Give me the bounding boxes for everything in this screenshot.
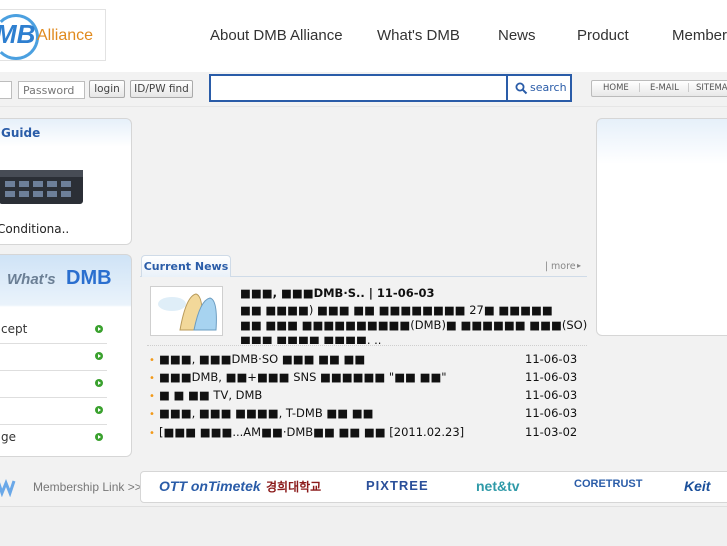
email-link[interactable]: E-MAIL [650, 81, 679, 96]
logo-net-tv[interactable]: net&tv [476, 478, 520, 494]
nav-about[interactable]: About DMB Alliance [210, 27, 343, 44]
guide-caption[interactable]: Conditiona.. [0, 222, 69, 236]
go-arrow-icon [95, 325, 103, 333]
news-summary-line: ■■ ■■■ ■■■■■■■■■■(DMB)■ ■■■■■■ ■■■(SO) [240, 318, 588, 332]
news-separator [147, 345, 587, 346]
more-arrow-icon: ▸ [577, 261, 582, 270]
news-row[interactable]: • [■■■ ■■■...AM■■·DMB■■ ■■ ■■ [2011.02.23… [149, 425, 589, 443]
member-logos: OTT onTimetek 경희대학교 PIXTREE net&tv CORET… [140, 471, 727, 503]
news-row[interactable]: • ■■■, ■■■DMB·SO ■■■ ■■ ■■ 11-06-03 [149, 352, 589, 370]
news-row[interactable]: • ■ ■ ■■ TV, DMB 11-06-03 [149, 388, 589, 406]
home-link[interactable]: HOME [603, 81, 629, 96]
product-image[interactable] [0, 164, 87, 210]
bullet-icon: • [149, 428, 155, 439]
nav-whats-dmb[interactable]: What's DMB [377, 27, 460, 44]
search-button[interactable]: search [506, 74, 572, 102]
nav-members[interactable]: Members [672, 27, 727, 44]
logo-kyunghee[interactable]: 경희대학교 [266, 478, 321, 495]
dmb-alliance-logo[interactable]: MB Alliance [0, 9, 106, 61]
membership-badge-icon [0, 478, 16, 497]
id-pw-find-button[interactable]: ID/PW find [130, 80, 193, 98]
go-arrow-icon [95, 379, 103, 387]
top-links: HOME | E-MAIL | SITEMAP [591, 80, 727, 97]
go-arrow-icon [95, 352, 103, 360]
logo-pixtree[interactable]: PIXTREE [366, 478, 429, 493]
whats-dmb-panel: What's DMB cept ge [0, 254, 132, 457]
go-arrow-icon [95, 433, 103, 441]
membership-link-label: Membership Link >> [33, 480, 142, 494]
news-summary-line: ■■■ ■■■■ ■■■■. .. [240, 333, 382, 344]
divider: | [687, 83, 690, 93]
footer [0, 506, 727, 546]
whats-dmb-item[interactable] [0, 398, 107, 425]
news-summary-line: ■■ ■■■■) ■■■ ■■ ■■■■■■■■ 27■ ■■■■■ [240, 303, 553, 317]
whats-dmb-title: DMB [66, 267, 112, 289]
news-row[interactable]: • ■■■DMB, ■■+■■■ SNS ■■■■■■ "■■ ■■" 11-06-… [149, 370, 589, 388]
bullet-icon: • [149, 409, 155, 420]
news-thumbnail[interactable] [150, 286, 223, 336]
news-headline[interactable]: ■■■, ■■■DMB·S.. | 11-06-03 [240, 286, 434, 300]
guide-panel: Guide Conditiona.. [0, 118, 132, 245]
news-row[interactable]: • ■■■, ■■■ ■■■■, T-DMB ■■ ■■ 11-06-03 [149, 406, 589, 424]
right-banner-panel [596, 118, 727, 336]
password-field[interactable]: Password [18, 81, 85, 99]
bullet-icon: • [149, 373, 155, 384]
sitemap-link[interactable]: SITEMAP [696, 81, 727, 96]
nav-product[interactable]: Product [577, 27, 629, 44]
news-divider: | [545, 261, 549, 272]
login-button[interactable]: login [89, 80, 125, 98]
id-field[interactable] [0, 81, 12, 99]
logo-coretrust[interactable]: CORETRUST [574, 478, 642, 490]
header: MB Alliance About DMB Alliance What's DM… [0, 0, 727, 72]
logo-mark: MB [0, 19, 36, 49]
whats-dmb-item[interactable]: cept [0, 317, 107, 344]
whats-dmb-item[interactable] [0, 344, 107, 371]
tab-current-news[interactable]: Current News [141, 255, 231, 277]
guide-title: Guide [1, 126, 41, 140]
go-arrow-icon [95, 406, 103, 414]
bullet-icon: • [149, 391, 155, 402]
magnifier-icon [515, 82, 528, 95]
whats-dmb-item[interactable] [0, 371, 107, 398]
bullet-icon: • [149, 355, 155, 366]
search-button-label: search [530, 81, 567, 94]
logo-ontimetek[interactable]: OTT onTimetek [159, 478, 261, 494]
whats-dmb-item[interactable]: ge [0, 425, 107, 451]
logo-text: Alliance [37, 27, 94, 44]
more-link[interactable]: more [551, 261, 576, 272]
whats-dmb-title-prefix: What's [7, 271, 56, 288]
divider: | [638, 83, 641, 93]
logo-keit[interactable]: Keit [684, 478, 710, 494]
nav-news[interactable]: News [498, 27, 536, 44]
